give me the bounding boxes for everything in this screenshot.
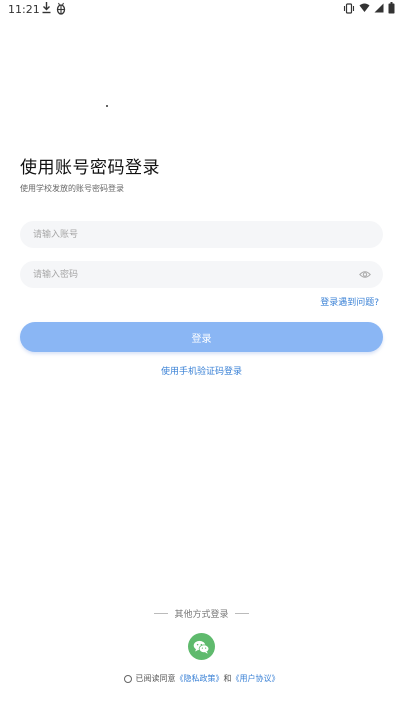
agree-radio[interactable]	[123, 674, 132, 683]
divider-left	[154, 613, 169, 614]
page-title: 使用账号密码登录	[20, 158, 160, 178]
account-input[interactable]	[33, 221, 353, 248]
eye-icon[interactable]	[359, 269, 371, 280]
battery-icon	[388, 2, 395, 14]
status-time: 11:21	[8, 3, 40, 16]
phone-login-link[interactable]: 使用手机验证码登录	[0, 364, 403, 377]
signal-icon	[374, 3, 384, 13]
agreement-and: 和	[223, 674, 232, 683]
agreement-prefix: 已阅读同意	[135, 674, 176, 683]
agreement-row: 已阅读同意 《隐私政策》 和 《用户协议》	[0, 673, 403, 684]
status-bar: 11:21	[0, 0, 403, 20]
password-input[interactable]	[33, 261, 353, 288]
wifi-icon	[359, 3, 370, 12]
password-field[interactable]	[20, 261, 383, 288]
login-button[interactable]: 登录	[20, 322, 383, 352]
login-problem-link[interactable]: 登录遇到问题?	[320, 295, 379, 308]
status-icons	[343, 2, 395, 14]
decorative-dot	[106, 105, 108, 107]
login-screen: 11:21 使用账号密码登录 使用学校发放的账号密码登录 请输入账号 登录遇到问…	[0, 0, 403, 718]
wechat-login-button[interactable]	[188, 633, 215, 660]
privacy-policy-link[interactable]: 《隐私政策》	[176, 673, 224, 684]
download-icon	[42, 2, 51, 14]
other-login-methods: 其他方式登录	[0, 607, 403, 620]
wechat-icon	[193, 640, 210, 654]
bug-icon	[56, 2, 66, 15]
account-field[interactable]	[20, 221, 383, 248]
user-agreement-link[interactable]: 《用户协议》	[232, 673, 280, 684]
other-login-label: 其他方式登录	[174, 610, 229, 620]
page-subtitle: 使用学校发放的账号密码登录	[20, 184, 124, 193]
vibrate-icon	[343, 2, 355, 14]
divider-right	[234, 613, 249, 614]
